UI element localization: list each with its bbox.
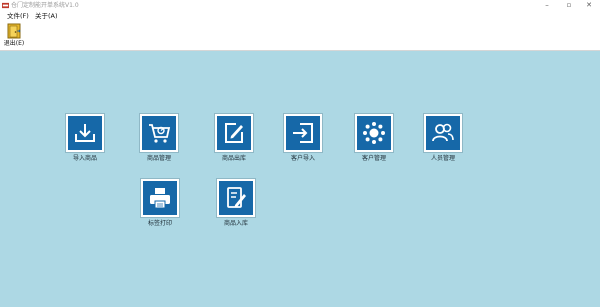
tile-label: 导入商品 bbox=[72, 155, 97, 162]
window-title: 仓门定制能开单系统V1.0 bbox=[11, 2, 79, 9]
maximize-button[interactable]: ▫ bbox=[558, 0, 580, 11]
shopping-cart-icon bbox=[149, 124, 171, 143]
title-bar: 仓门定制能开单系统V1.0 – ▫ ✕ bbox=[0, 0, 600, 11]
edit-document-icon bbox=[225, 123, 243, 143]
app-logo-icon bbox=[2, 2, 9, 9]
tile-label: 人员管理 bbox=[430, 155, 455, 162]
menu-bar: 文件(F) 关于(A) bbox=[0, 11, 600, 21]
download-tray-icon bbox=[75, 124, 95, 142]
tile-label: 标签打印 bbox=[147, 220, 172, 227]
workspace: 导入商品 商品管理 商品出库 客户导入 客户管理 人员管理 标签打印 商品入库 bbox=[0, 51, 600, 307]
exit-button[interactable]: 退出(E) bbox=[2, 22, 26, 50]
document-pen-icon bbox=[227, 187, 246, 208]
toolbar: 退出(E) bbox=[0, 21, 600, 51]
printer-icon bbox=[150, 188, 170, 209]
tile-label: 商品管理 bbox=[146, 155, 171, 162]
tile-label: 商品出库 bbox=[221, 155, 246, 162]
minimize-button[interactable]: – bbox=[536, 0, 558, 11]
tile-label: 客户管理 bbox=[361, 155, 386, 162]
dots-ring-icon bbox=[363, 122, 385, 144]
close-button[interactable]: ✕ bbox=[578, 0, 600, 11]
tile-label: 客户导入 bbox=[290, 155, 315, 162]
exit-door-icon bbox=[7, 23, 21, 39]
import-arrow-icon bbox=[293, 123, 313, 143]
menu-about[interactable]: 关于(A) bbox=[35, 12, 58, 20]
tile-label: 商品入库 bbox=[223, 220, 248, 227]
exit-label: 退出(E) bbox=[3, 40, 25, 47]
menu-file[interactable]: 文件(F) bbox=[7, 12, 29, 20]
users-icon bbox=[432, 123, 454, 142]
